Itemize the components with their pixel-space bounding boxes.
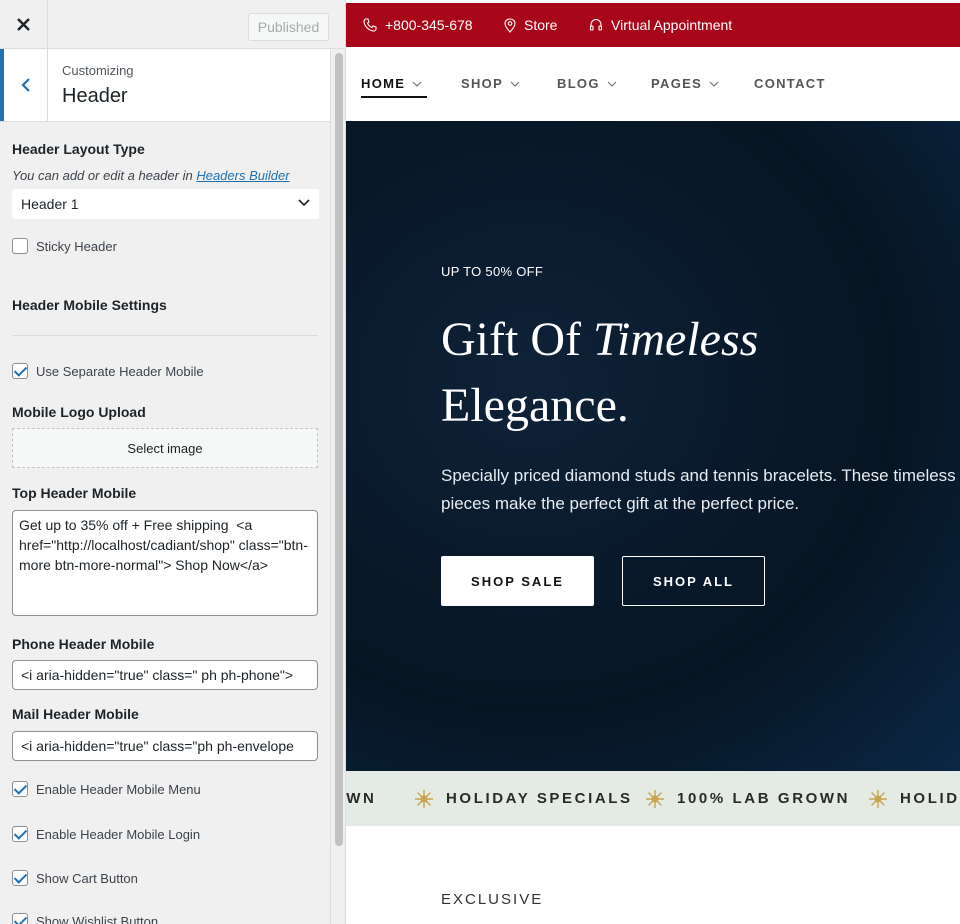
nav-home[interactable]: HOME [361,76,422,91]
chevron-down-icon [412,81,422,87]
topbar-store-text: Store [524,17,558,33]
header-layout-select[interactable]: Header 1 [12,189,319,219]
nav-pages[interactable]: PAGES [651,76,719,91]
enable-mobile-menu-checkbox[interactable]: Enable Header Mobile Menu [12,781,201,797]
breadcrumb: Customizing [62,63,134,78]
sparkle-icon [415,790,433,808]
headset-icon [589,18,603,31]
sparkle-icon [646,790,664,808]
show-cart-button-label: Show Cart Button [36,870,138,886]
main-navigation: HOME SHOP BLOG PAGES CONTACT [346,47,960,121]
shop-sale-button[interactable]: SHOP SALE [441,556,594,606]
marquee-item: 100% LAB GROWN [677,790,851,807]
hero-title-plain: Gift Of [441,313,593,366]
checkbox-box[interactable] [12,826,28,842]
scrollbar-thumb[interactable] [335,53,343,846]
checkbox-box[interactable] [12,870,28,886]
checkbox-box[interactable] [12,781,28,797]
checkbox-box[interactable] [12,238,28,254]
hero-title-line2: Elegance. [441,379,629,432]
mail-header-mobile-label: Mail Header Mobile [12,706,139,722]
nav-shop-label: SHOP [461,76,504,91]
chevron-left-icon [20,78,30,92]
phone-icon [363,18,377,32]
header-mobile-settings-heading: Header Mobile Settings [12,297,167,313]
nav-contact-label: CONTACT [754,76,826,91]
show-cart-button-checkbox[interactable]: Show Cart Button [12,870,138,886]
mobile-logo-upload-label: Mobile Logo Upload [12,404,146,420]
topbar-appointment[interactable]: Virtual Appointment [589,3,732,47]
shop-all-button[interactable]: SHOP ALL [622,556,765,606]
sparkle-icon [869,790,887,808]
top-header-bar: +800-345-678 Store Virtual Appointment [346,3,960,47]
page-title: Header [62,85,128,107]
marquee-strip: OWN HOLIDAY SPECIALS 100% LAB GROWN HOLI… [346,771,960,826]
topbar-phone[interactable]: +800-345-678 [363,3,473,47]
chevron-down-icon [607,81,617,87]
description-text: You can add or edit a header in [12,168,193,183]
customizer-sidebar: Published Customizing Header Header Layo… [0,0,346,924]
checkbox-box[interactable] [12,363,28,379]
phone-header-mobile-input[interactable]: <i aria-hidden="true" class=" ph ph-phon… [12,660,318,690]
sticky-header-label: Sticky Header [36,238,117,254]
nav-shop[interactable]: SHOP [461,76,520,91]
top-header-mobile-label: Top Header Mobile [12,485,137,501]
hero-title-italic: Timeless [592,313,759,366]
site-preview: +800-345-678 Store Virtual Appointment H… [346,0,960,924]
enable-mobile-login-checkbox[interactable]: Enable Header Mobile Login [12,826,200,842]
checkbox-box[interactable] [12,913,28,924]
nav-active-underline [361,96,427,98]
enable-mobile-login-label: Enable Header Mobile Login [36,826,201,842]
divider [12,335,318,336]
enable-mobile-menu-label: Enable Header Mobile Menu [36,781,201,797]
close-customizer-button[interactable] [0,0,48,48]
hero-title: Gift Of Timeless Elegance. [441,307,758,439]
select-image-button[interactable]: Select image [12,428,318,468]
marquee-item: HOLIDA [900,790,960,807]
header-layout-type-label: Header Layout Type [12,141,145,157]
header-layout-selected-value: Header 1 [21,196,79,212]
show-wishlist-button-checkbox[interactable]: Show Wishlist Button [12,913,158,924]
top-header-mobile-textarea[interactable]: Get up to 35% off + Free shipping <a hre… [12,510,318,616]
topbar-phone-text: +800-345-678 [385,17,473,33]
nav-pages-label: PAGES [651,76,703,91]
nav-blog[interactable]: BLOG [557,76,617,91]
show-wishlist-button-label: Show Wishlist Button [36,913,159,924]
section-eyebrow: EXCLUSIVE [441,891,544,908]
nav-home-label: HOME [361,76,406,91]
close-icon [17,17,30,31]
map-pin-icon [504,17,516,33]
headers-builder-link[interactable]: Headers Builder [196,168,289,183]
chevron-down-icon [709,81,719,87]
section-title-bar: Customizing Header [0,49,330,122]
topbar-store[interactable]: Store [504,3,557,47]
marquee-item: HOLIDAY SPECIALS [446,790,633,807]
nav-blog-label: BLOG [557,76,600,91]
marquee-item: OWN [346,790,377,807]
hero-description: Specially priced diamond studs and tenni… [441,466,956,513]
separate-header-mobile-label: Use Separate Header Mobile [36,363,204,379]
hero-eyebrow: UP TO 50% OFF [441,264,544,279]
customizer-header: Published [0,0,345,49]
back-button[interactable] [0,49,48,121]
nav-contact[interactable]: CONTACT [754,76,826,91]
phone-header-mobile-label: Phone Header Mobile [12,636,155,652]
hero-banner: UP TO 50% OFF Gift Of Timeless Elegance.… [346,121,960,771]
separate-header-mobile-checkbox[interactable]: Use Separate Header Mobile [12,363,204,379]
mail-header-mobile-input[interactable]: <i aria-hidden="true" class="ph ph-envel… [12,731,318,761]
topbar-appointment-text: Virtual Appointment [611,17,733,33]
sidebar-scrollbar[interactable] [330,49,345,924]
header-layout-description: You can add or edit a header in Headers … [12,168,290,183]
chevron-down-icon [298,199,310,207]
sticky-header-checkbox[interactable]: Sticky Header [12,238,117,254]
chevron-down-icon [510,81,520,87]
published-button[interactable]: Published [248,13,329,41]
